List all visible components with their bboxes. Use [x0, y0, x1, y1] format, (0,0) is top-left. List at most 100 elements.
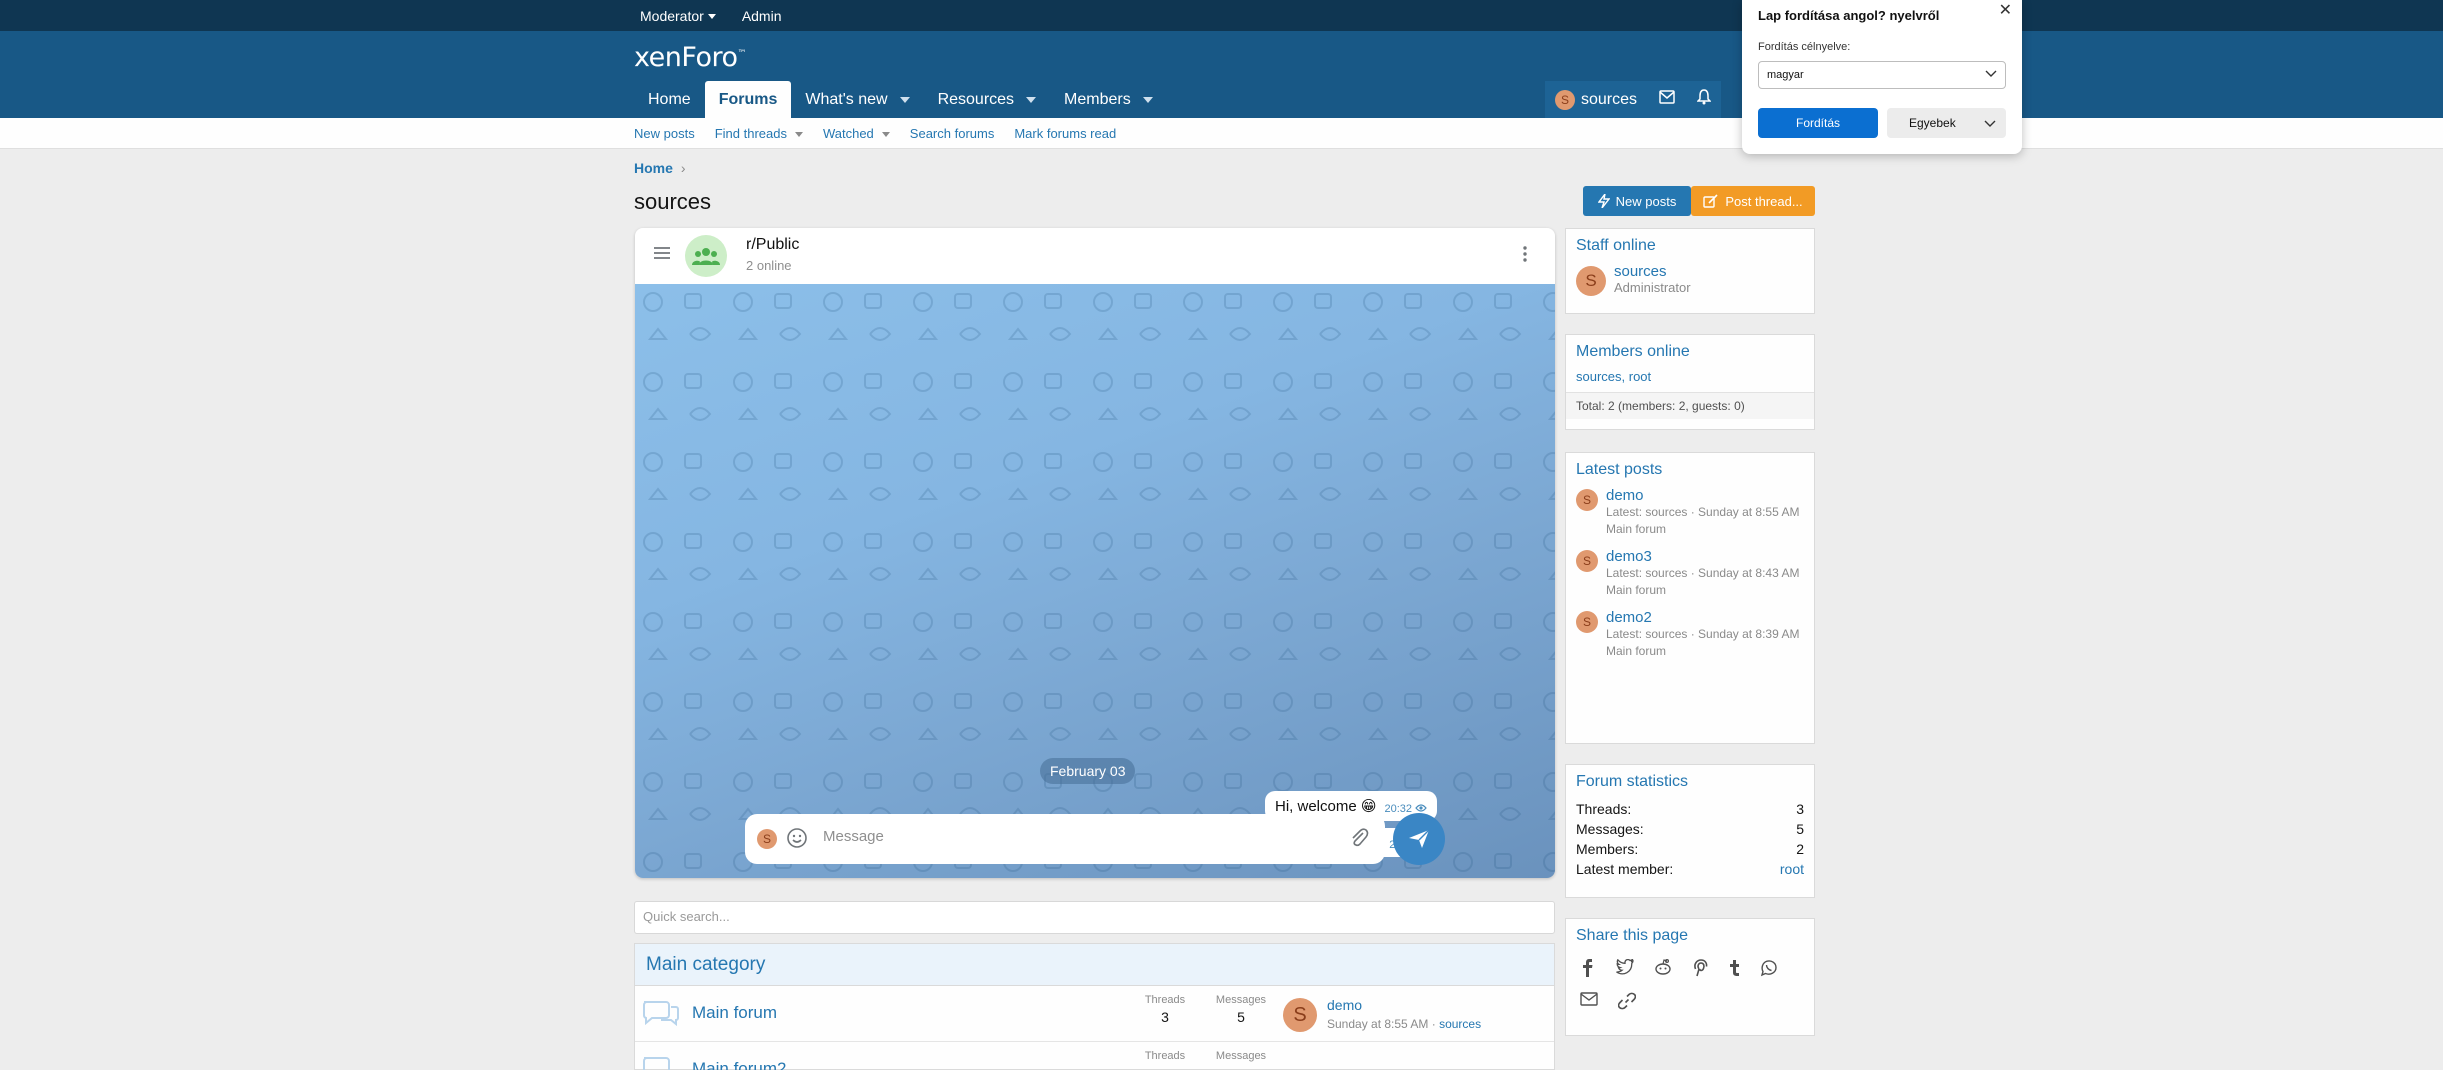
forum-row: Main forum2 Threads Messages [635, 1042, 1554, 1070]
tab-forums[interactable]: Forums [704, 81, 792, 118]
share-page-block: Share this page [1565, 918, 1815, 1036]
site-logo[interactable]: xenForo™ [634, 42, 746, 73]
page-title: sources [634, 189, 712, 214]
forum-statistics-block: Forum statistics Threads: 3 Messages: 5 Me… [1565, 764, 1815, 898]
envelope-icon[interactable] [1659, 90, 1675, 109]
latest-member-link[interactable]: root [1780, 861, 1804, 877]
block-title: Forum statistics [1576, 773, 1689, 790]
chevron-down-icon[interactable] [1142, 96, 1153, 103]
new-posts-link[interactable]: New posts [634, 126, 695, 141]
pinterest-icon[interactable] [1692, 959, 1708, 980]
target-language-select[interactable]: magyar [1758, 61, 2006, 89]
target-language-label: Fordítás célnyelve: [1758, 41, 1851, 53]
watched-link[interactable]: Watched [823, 126, 890, 141]
stat-row: Threads: 3 [1576, 801, 1804, 817]
date-separator: February 03 [1040, 758, 1136, 784]
post-thread-button[interactable]: Post thread... [1691, 186, 1815, 216]
chevron-down-icon[interactable] [1026, 96, 1037, 103]
caret-down-icon [707, 14, 716, 20]
hamburger-menu-icon[interactable] [653, 246, 671, 263]
moderator-menu[interactable]: Moderator [640, 8, 716, 24]
messages-count: Messages [1215, 1050, 1267, 1062]
forum-category: Main category Main forum Threads 3 Messag… [634, 943, 1555, 1070]
mark-forums-read-link[interactable]: Mark forums read [1014, 126, 1116, 141]
block-title: Latest posts [1576, 461, 1663, 478]
more-options-icon[interactable] [1523, 246, 1527, 265]
chat-bubbles-icon [641, 998, 681, 1031]
latest-post-item: S demo3 Latest: sources · Sunday at 8:43 … [1566, 548, 1814, 609]
forum-title[interactable]: Main forum [692, 1003, 777, 1023]
category-title[interactable]: Main category [635, 944, 1554, 986]
chevron-down-icon [881, 132, 890, 138]
latest-post-title[interactable]: demo [1606, 487, 1801, 504]
breadcrumb-home[interactable]: Home [634, 160, 673, 176]
tab-whats-new[interactable]: What's new [791, 81, 923, 118]
avatar[interactable]: S [1283, 998, 1317, 1032]
stat-row: Members: 2 [1576, 841, 1804, 857]
latest-post-item: S demo Latest: sources · Sunday at 8:55 A… [1566, 487, 1814, 548]
threads-count: Threads 3 [1144, 994, 1186, 1025]
search-forums-link[interactable]: Search forums [910, 126, 995, 141]
tab-home[interactable]: Home [634, 81, 705, 118]
avatar: S [757, 829, 777, 849]
smile-emoji-icon: 😁 [1360, 798, 1377, 815]
chevron-down-icon [794, 132, 803, 138]
email-icon[interactable] [1580, 992, 1598, 1013]
tab-resources[interactable]: Resources [924, 81, 1050, 118]
latest-posts-block: Latest posts S demo Latest: sources · Sun… [1565, 452, 1815, 744]
members-online-block: Members online sources, root Total: 2 (m… [1565, 334, 1815, 430]
whatsapp-icon[interactable] [1760, 959, 1778, 980]
staff-role: Administrator [1614, 280, 1691, 295]
last-post-user[interactable]: sources [1439, 1017, 1481, 1031]
twitter-icon[interactable] [1616, 958, 1634, 980]
send-button[interactable] [1393, 813, 1445, 865]
members-online-list[interactable]: sources, root [1576, 369, 1651, 384]
stat-row: Messages: 5 [1576, 821, 1804, 837]
latest-post-title[interactable]: demo3 [1606, 548, 1801, 565]
emoji-icon[interactable] [786, 827, 808, 852]
facebook-icon[interactable] [1580, 959, 1596, 980]
reddit-icon[interactable] [1654, 959, 1672, 980]
sub-nav: New posts Find threads Watched Search fo… [0, 118, 2443, 149]
send-icon [1409, 829, 1430, 848]
other-options-button[interactable]: Egyebek [1887, 108, 2006, 138]
bolt-icon [1597, 194, 1610, 208]
chat-bubbles-icon [641, 1054, 681, 1070]
translate-button[interactable]: Fordítás [1758, 108, 1878, 138]
new-posts-button[interactable]: New posts [1583, 186, 1691, 216]
chat-header: r/Public 2 online [635, 228, 1555, 284]
attachment-icon[interactable] [1349, 827, 1369, 852]
latest-post-title[interactable]: demo2 [1606, 609, 1801, 626]
translate-popup: Lap fordítása angol? nyelvről ✕ Fordítás… [1742, 0, 2022, 154]
find-threads-link[interactable]: Find threads [715, 126, 803, 141]
main-nav: Home Forums What's new Resources Members [634, 81, 1167, 118]
avatar[interactable]: S [1576, 611, 1598, 633]
bell-icon[interactable] [1696, 89, 1712, 110]
site-header: xenForo™ Home Forums What's new Resource… [0, 31, 2443, 118]
translate-title: Lap fordítása angol? nyelvről [1758, 8, 1940, 23]
close-icon[interactable]: ✕ [1999, 0, 2012, 20]
staff-bar: Moderator Admin [0, 0, 2443, 31]
avatar[interactable]: S [1576, 489, 1598, 511]
message-input[interactable]: Message [823, 828, 884, 845]
last-post-title[interactable]: demo [1327, 997, 1362, 1013]
edit-icon [1703, 194, 1718, 208]
chevron-down-icon[interactable] [899, 96, 910, 103]
online-count: 2 online [746, 258, 792, 273]
forum-title[interactable]: Main forum2 [692, 1059, 786, 1070]
avatar[interactable]: S [1576, 550, 1598, 572]
admin-link[interactable]: Admin [742, 8, 782, 24]
account-link[interactable]: S sources [1555, 89, 1637, 110]
staff-user-link[interactable]: sources [1614, 263, 1691, 280]
chat-widget: r/Public 2 online February 03 Hi, welcom… [635, 228, 1555, 878]
tumblr-icon[interactable] [1728, 959, 1740, 980]
quick-search-input[interactable]: Quick search... [634, 901, 1555, 934]
group-avatar [685, 235, 727, 277]
tab-members[interactable]: Members [1050, 81, 1167, 118]
avatar[interactable]: S [1576, 266, 1606, 296]
block-title: Share this page [1576, 927, 1689, 944]
chat-background: February 03 Hi, welcome 😁 20:32 test 21:… [635, 284, 1555, 878]
user-nav: S sources [1545, 81, 1722, 118]
chevron-down-icon [1984, 117, 1996, 131]
link-icon[interactable] [1617, 992, 1637, 1013]
